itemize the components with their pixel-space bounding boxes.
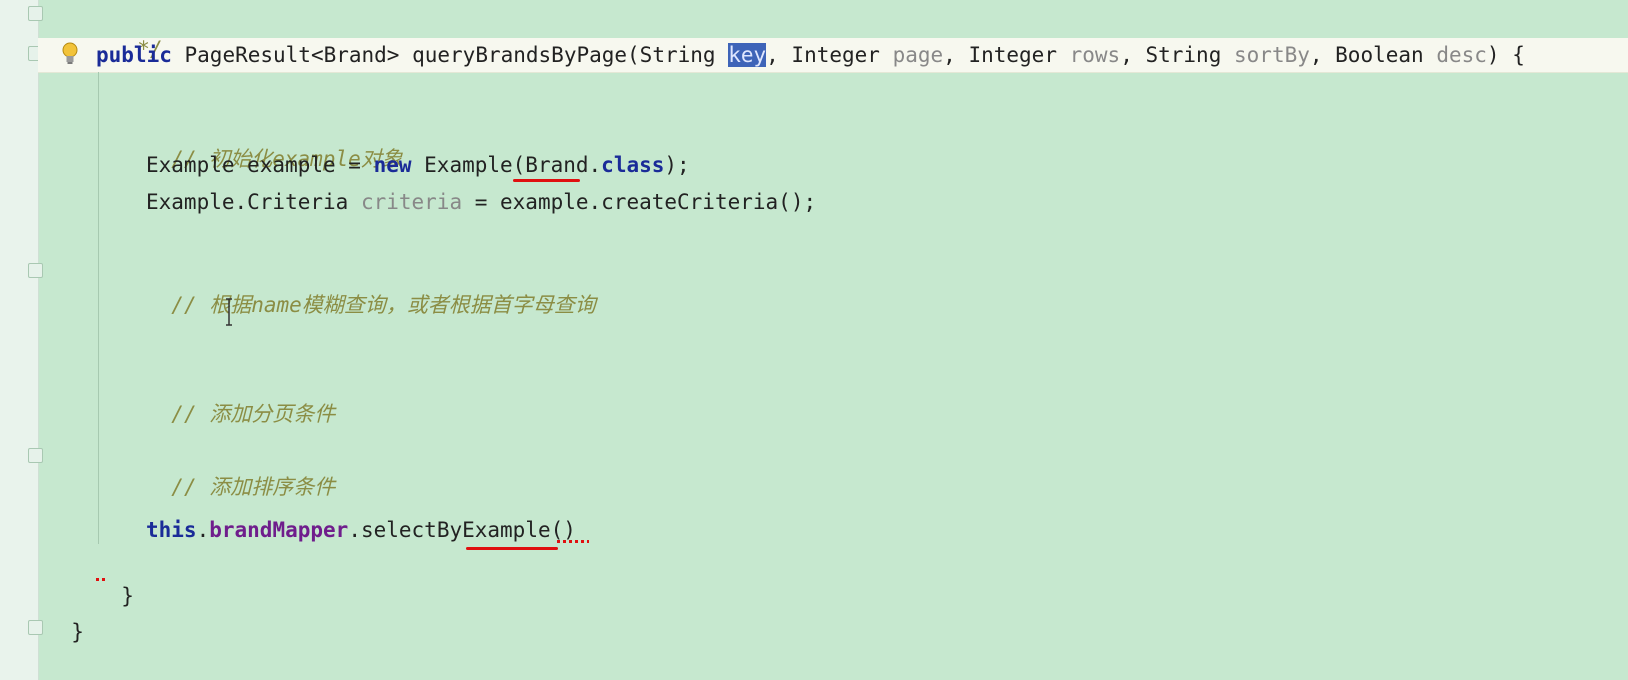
- variable-criteria: criteria: [360, 190, 463, 214]
- code-line-example[interactable]: Example example = new Example(Brand.clas…: [146, 150, 690, 180]
- param-rows: rows: [1069, 43, 1121, 67]
- code-line-close-class[interactable]: }: [46, 587, 84, 647]
- method-name: queryBrandsByPage(String: [412, 43, 716, 67]
- comment-query: // 根据name模糊查询，或者根据首字母查询: [171, 293, 596, 317]
- param-desc: desc: [1436, 43, 1487, 67]
- code-line-comment-query[interactable]: // 根据name模糊查询，或者根据首字母查询: [146, 260, 596, 320]
- indent-guide: [98, 72, 99, 544]
- comment-sort: // 添加排序条件: [171, 475, 336, 499]
- code-segment: );: [664, 153, 690, 177]
- lightbulb-icon[interactable]: [58, 40, 84, 68]
- keyword-this: this: [146, 518, 197, 542]
- return-type: PageResult<Brand>: [184, 43, 400, 67]
- param-page: page: [892, 43, 944, 67]
- keyword-class: class: [601, 153, 665, 177]
- sig-segment: , Integer: [766, 43, 880, 67]
- error-squiggle: [96, 578, 108, 581]
- text-cursor-icon: [226, 298, 232, 326]
- code-line-comment-paging[interactable]: // 添加分页条件: [146, 369, 335, 429]
- error-squiggle: [557, 540, 589, 543]
- param-sortby: sortBy: [1234, 43, 1310, 67]
- code-segment: .: [196, 518, 210, 542]
- fold-marker[interactable]: [28, 620, 43, 635]
- keyword-public: public: [96, 43, 172, 67]
- red-annotation-underline: [466, 547, 558, 550]
- sig-segment: , String: [1120, 43, 1222, 67]
- code-segment: = example.createCriteria();: [462, 190, 817, 214]
- code-line-select[interactable]: this.brandMapper.selectByExample(): [146, 515, 576, 545]
- code-segment: Example.Criteria: [146, 190, 361, 214]
- fold-marker[interactable]: [28, 6, 43, 21]
- field-brandmapper: brandMapper: [209, 518, 349, 542]
- sig-segment: ) {: [1486, 43, 1525, 67]
- code-segment: .selectByExample(): [348, 518, 576, 542]
- code-segment: Example example =: [146, 153, 374, 177]
- code-line-criteria[interactable]: Example.Criteria criteria = example.crea…: [146, 187, 816, 217]
- sig-segment: , Boolean: [1309, 43, 1424, 67]
- fold-marker[interactable]: [28, 448, 43, 463]
- keyword-new: new: [373, 153, 412, 177]
- close-brace: }: [121, 584, 134, 608]
- close-brace: }: [71, 620, 84, 644]
- selected-param-key[interactable]: key: [728, 43, 767, 67]
- editor-gutter: [0, 0, 39, 680]
- red-annotation-underline: [513, 179, 580, 182]
- code-line-comment-sort[interactable]: // 添加排序条件: [146, 442, 335, 502]
- code-segment: Example(Brand.: [411, 153, 602, 177]
- code-line-signature[interactable]: public PageResult<Brand> queryBrandsByPa…: [96, 40, 1525, 70]
- comment-paging: // 添加分页条件: [171, 402, 336, 426]
- code-line-close-method[interactable]: }: [96, 551, 134, 611]
- sig-segment: , Integer: [943, 43, 1057, 67]
- fold-marker[interactable]: [28, 263, 43, 278]
